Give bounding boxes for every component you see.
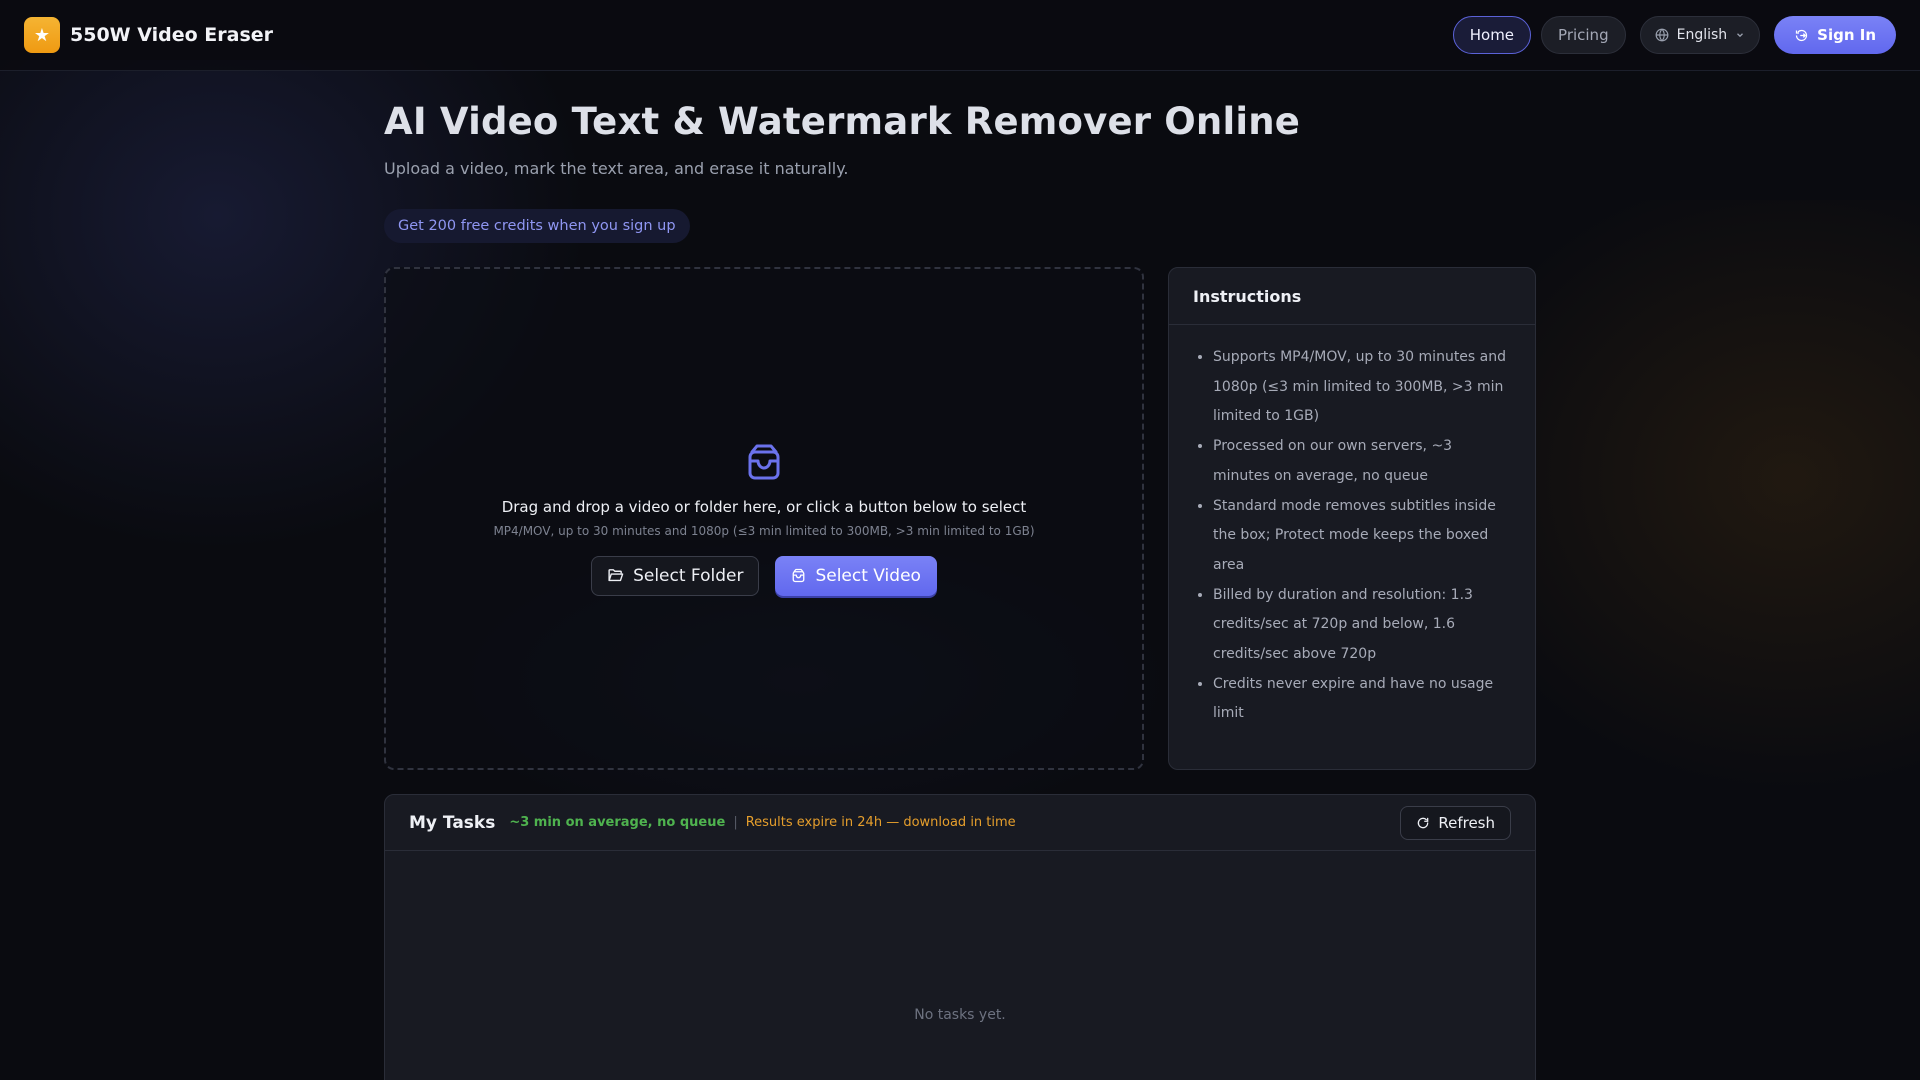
- main-nav: Home Pricing English Sign In: [1452, 16, 1896, 54]
- select-folder-button[interactable]: Select Folder: [591, 555, 760, 596]
- select-folder-label: Select Folder: [633, 565, 744, 586]
- refresh-icon: [1418, 817, 1429, 828]
- star-icon: ★: [24, 17, 60, 53]
- instruction-item: Billed by duration and resolution: 1.3 c…: [1213, 581, 1511, 670]
- instruction-item: Processed on our own servers, ~3 minutes…: [1213, 432, 1511, 491]
- refresh-label: Refresh: [1438, 813, 1495, 832]
- header-separator: |: [733, 815, 738, 830]
- dropzone-limits: MP4/MOV, up to 30 minutes and 1080p (≤3 …: [493, 523, 1035, 538]
- inbox-icon: [793, 568, 805, 583]
- instructions-list: Supports MP4/MOV, up to 30 minutes and 1…: [1169, 325, 1535, 729]
- top-nav-bar: ★ 550W Video Eraser Home Pricing English…: [0, 0, 1920, 71]
- language-selector[interactable]: English: [1639, 16, 1761, 54]
- nav-home-link[interactable]: Home: [1452, 16, 1532, 54]
- instruction-item: Credits never expire and have no usage l…: [1213, 670, 1511, 729]
- select-video-label: Select Video: [815, 565, 921, 586]
- processing-time-note: ~3 min on average, no queue: [509, 815, 726, 830]
- instruction-item: Standard mode removes subtitles inside t…: [1213, 492, 1511, 581]
- sign-in-button[interactable]: Sign In: [1774, 16, 1896, 54]
- sign-in-label: Sign In: [1817, 26, 1876, 44]
- free-credits-badge[interactable]: Get 200 free credits when you sign up: [384, 209, 690, 243]
- expiry-warning: Results expire in 24h — download in time: [745, 815, 1016, 830]
- brand[interactable]: ★ 550W Video Eraser: [24, 17, 273, 53]
- instructions-title: Instructions: [1169, 268, 1535, 325]
- tasks-header: My Tasks ~3 min on average, no queue | R…: [385, 795, 1535, 851]
- page-subtitle: Upload a video, mark the text area, and …: [384, 159, 849, 178]
- page-title: AI Video Text & Watermark Remover Online: [384, 100, 1301, 143]
- inbox-icon: [748, 444, 780, 479]
- select-video-button[interactable]: Select Video: [775, 555, 937, 596]
- empty-tasks-message: No tasks yet.: [914, 1007, 1006, 1023]
- instructions-panel: Instructions Supports MP4/MOV, up to 30 …: [1168, 267, 1536, 770]
- globe-icon: [1655, 28, 1669, 42]
- nav-pricing-link[interactable]: Pricing: [1541, 16, 1626, 54]
- login-icon: [1796, 29, 1808, 41]
- brand-name: 550W Video Eraser: [70, 24, 274, 46]
- dropzone-instruction: Drag and drop a video or folder here, or…: [501, 497, 1027, 516]
- instruction-item: Supports MP4/MOV, up to 30 minutes and 1…: [1213, 343, 1511, 432]
- refresh-button[interactable]: Refresh: [1400, 805, 1511, 840]
- dropzone-actions: Select Folder Select Video: [591, 555, 937, 596]
- my-tasks-panel: My Tasks ~3 min on average, no queue | R…: [384, 794, 1536, 1080]
- upload-dropzone[interactable]: Drag and drop a video or folder here, or…: [384, 267, 1144, 770]
- language-label: English: [1676, 27, 1728, 43]
- chevron-down-icon: [1737, 33, 1744, 38]
- tasks-title: My Tasks: [409, 812, 496, 833]
- folder-open-icon: [608, 569, 624, 582]
